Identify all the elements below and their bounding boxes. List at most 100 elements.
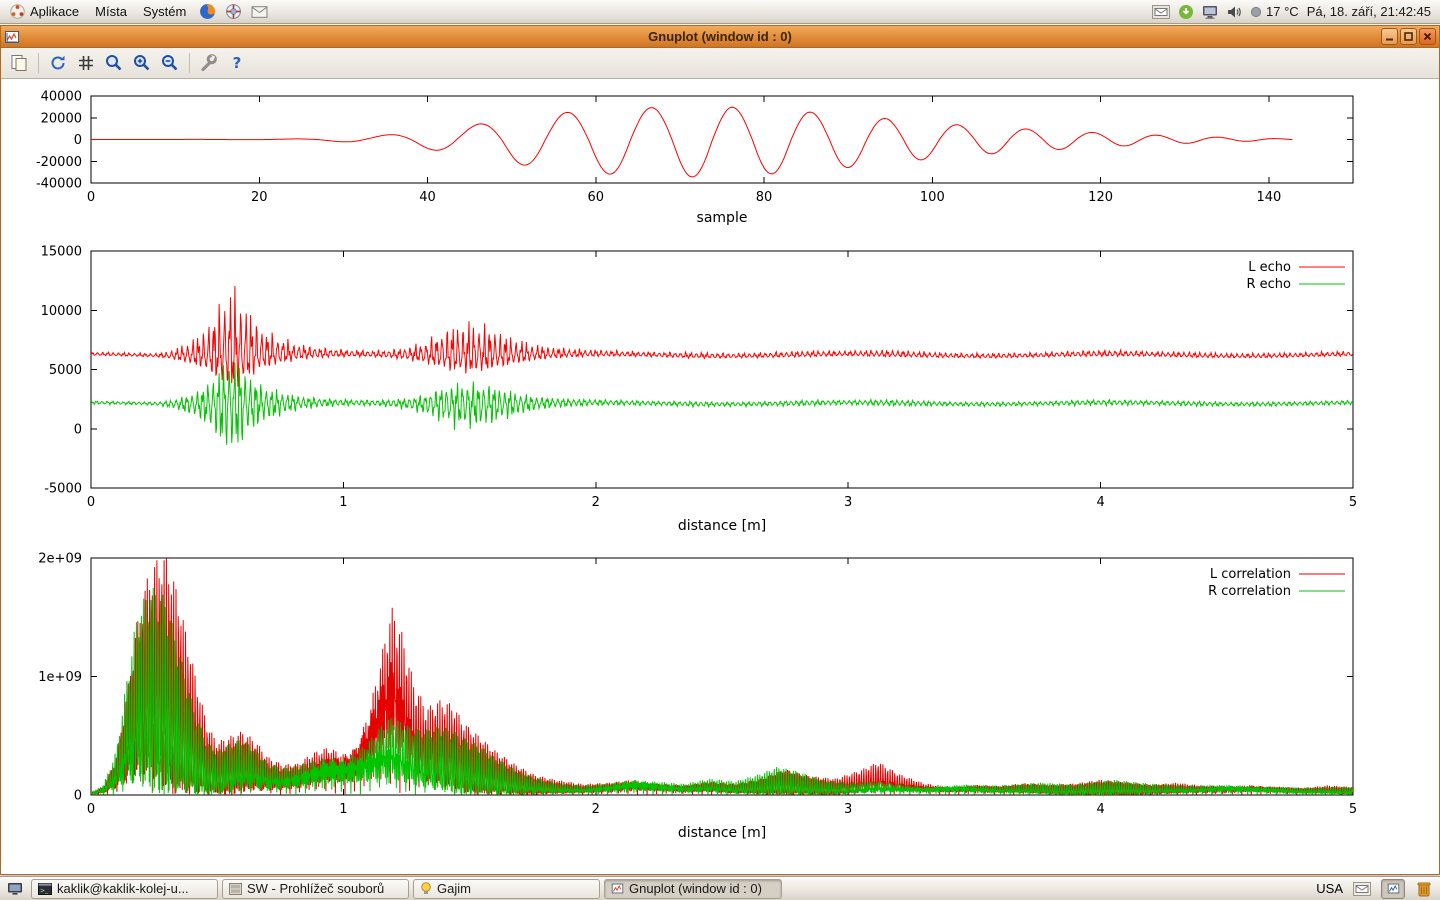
mail-tray-icon[interactable] — [1353, 882, 1371, 896]
mail-launcher-icon[interactable] — [247, 1, 271, 23]
svg-text:2e+09: 2e+09 — [38, 552, 82, 567]
taskbar-item-gnuplot[interactable]: Gnuplot (window id : 0) — [604, 879, 782, 899]
svg-text:4: 4 — [1096, 802, 1104, 817]
svg-text:10000: 10000 — [41, 304, 82, 319]
help-launcher-icon[interactable] — [221, 1, 245, 23]
svg-text:3: 3 — [844, 495, 852, 510]
remote-desktop-icon[interactable] — [1202, 5, 1218, 19]
gnome-taskbar: >_ kaklik@kaklik-kolej-u... SW - Prohlíž… — [0, 876, 1440, 900]
svg-text:5000: 5000 — [49, 363, 82, 378]
svg-text:20: 20 — [251, 190, 268, 205]
toolbar-separator — [38, 53, 39, 73]
svg-text:L echo: L echo — [1248, 260, 1291, 275]
grid-toggle-button[interactable] — [74, 51, 98, 75]
gnuplot-icon — [611, 882, 624, 895]
svg-text:15000: 15000 — [41, 245, 82, 260]
gnuplot-toolbar: ? — [1, 48, 1439, 79]
svg-text:40000: 40000 — [41, 90, 82, 105]
menu-label: Aplikace — [30, 4, 79, 19]
refresh-button[interactable] — [46, 51, 70, 75]
gajim-icon — [420, 882, 432, 895]
terminal-icon: >_ — [38, 883, 52, 895]
weather-applet[interactable]: 17 °C — [1250, 4, 1299, 19]
gnuplot-window: Gnuplot (window id : 0) ? 02040608010012… — [0, 25, 1440, 875]
toolbar-separator — [189, 53, 190, 73]
taskbar-item-gajim[interactable]: Gajim — [413, 879, 600, 899]
correlation-plot[interactable]: 0123452e+091e+090distance [m]L correlati… — [1, 549, 1439, 857]
file-manager-icon — [229, 883, 242, 895]
system-tray: 17 °C Pá, 18. září, 21:42:45 — [1152, 4, 1437, 20]
menu-applications[interactable]: Aplikace — [3, 2, 86, 21]
maximize-button[interactable] — [1400, 28, 1417, 45]
svg-text:>_: >_ — [40, 887, 49, 894]
plot-area: 02040608010012014040000200000-20000-4000… — [1, 79, 1439, 874]
sample-waveform-plot[interactable]: 02040608010012014040000200000-20000-4000… — [1, 79, 1439, 241]
echo-plot[interactable]: 0 1 2 3 4 5 15000 10000 5000 0 -5000 distance [m] L … — [1, 241, 1439, 549]
svg-text:3: 3 — [844, 802, 852, 817]
svg-text:0: 0 — [74, 422, 82, 437]
ubuntu-logo-icon — [10, 4, 25, 19]
svg-text:80: 80 — [756, 190, 773, 205]
svg-text:R echo: R echo — [1246, 277, 1291, 292]
menu-system[interactable]: Systém — [136, 2, 193, 21]
svg-text:2: 2 — [592, 495, 600, 510]
show-desktop-button[interactable] — [3, 879, 27, 899]
zoom-in-button[interactable] — [130, 51, 154, 75]
svg-text:60: 60 — [588, 190, 605, 205]
gnuplot-tray-button[interactable] — [1381, 879, 1405, 899]
copy-to-clipboard-button[interactable] — [7, 51, 31, 75]
mail-notifier-icon[interactable] — [1152, 5, 1170, 19]
taskbar-item-terminal[interactable]: >_ kaklik@kaklik-kolej-u... — [31, 879, 218, 899]
svg-text:R correlation: R correlation — [1208, 584, 1291, 599]
window-title: Gnuplot (window id : 0) — [1, 29, 1439, 44]
svg-text:5: 5 — [1349, 495, 1357, 510]
clock-label[interactable]: Pá, 18. září, 21:42:45 — [1307, 4, 1431, 19]
svg-text:0: 0 — [74, 789, 82, 804]
svg-text:20000: 20000 — [41, 111, 82, 126]
svg-text:distance [m]: distance [m] — [678, 825, 766, 841]
update-notifier-icon[interactable] — [1178, 4, 1194, 20]
svg-text:sample: sample — [697, 210, 748, 226]
zoom-button[interactable] — [102, 51, 126, 75]
minimize-button[interactable] — [1381, 28, 1398, 45]
svg-text:-5000: -5000 — [44, 482, 82, 497]
firefox-launcher-icon[interactable] — [195, 1, 219, 23]
svg-text:L correlation: L correlation — [1210, 567, 1291, 582]
svg-text:4: 4 — [1096, 495, 1104, 510]
taskbar-item-label: Gnuplot (window id : 0) — [629, 881, 762, 896]
weather-icon — [1250, 6, 1262, 18]
svg-text:-40000: -40000 — [36, 177, 82, 192]
desktop-screen: { "top_panel": { "menus": [ {"label": "A… — [0, 0, 1440, 900]
zoom-out-button[interactable] — [158, 51, 182, 75]
svg-text:?: ? — [233, 54, 242, 72]
svg-text:100: 100 — [920, 190, 945, 205]
close-button[interactable] — [1419, 28, 1436, 45]
taskbar-item-label: Gajim — [437, 881, 471, 896]
svg-text:0: 0 — [87, 802, 95, 817]
volume-icon[interactable] — [1226, 5, 1242, 19]
svg-text:140: 140 — [1256, 190, 1281, 205]
svg-text:5: 5 — [1349, 802, 1357, 817]
gnome-top-panel: Aplikace Místa Systém 17 °C Pá, 18. září… — [0, 0, 1440, 24]
taskbar-item-label: SW - Prohlížeč souborů — [247, 881, 384, 896]
taskbar-item-file-manager[interactable]: SW - Prohlížeč souborů — [222, 879, 409, 899]
svg-text:40: 40 — [419, 190, 436, 205]
taskbar-item-label: kaklik@kaklik-kolej-u... — [57, 881, 189, 896]
svg-text:0: 0 — [87, 190, 95, 205]
svg-text:2: 2 — [592, 802, 600, 817]
taskbar-right-cluster: USA — [1316, 879, 1437, 899]
menu-label: Místa — [95, 4, 127, 19]
help-button[interactable]: ? — [225, 51, 249, 75]
svg-text:-20000: -20000 — [36, 155, 82, 170]
keyboard-layout-indicator[interactable]: USA — [1316, 881, 1343, 896]
svg-text:120: 120 — [1088, 190, 1113, 205]
config-wrench-button[interactable] — [197, 51, 221, 75]
svg-text:1: 1 — [339, 495, 347, 510]
temperature-label: 17 °C — [1266, 4, 1299, 19]
svg-text:distance [m]: distance [m] — [678, 518, 766, 534]
svg-text:0: 0 — [87, 495, 95, 510]
trash-applet-icon[interactable] — [1415, 880, 1433, 898]
window-titlebar[interactable]: Gnuplot (window id : 0) — [1, 26, 1439, 48]
svg-text:1e+09: 1e+09 — [38, 670, 82, 685]
menu-places[interactable]: Místa — [88, 2, 134, 21]
